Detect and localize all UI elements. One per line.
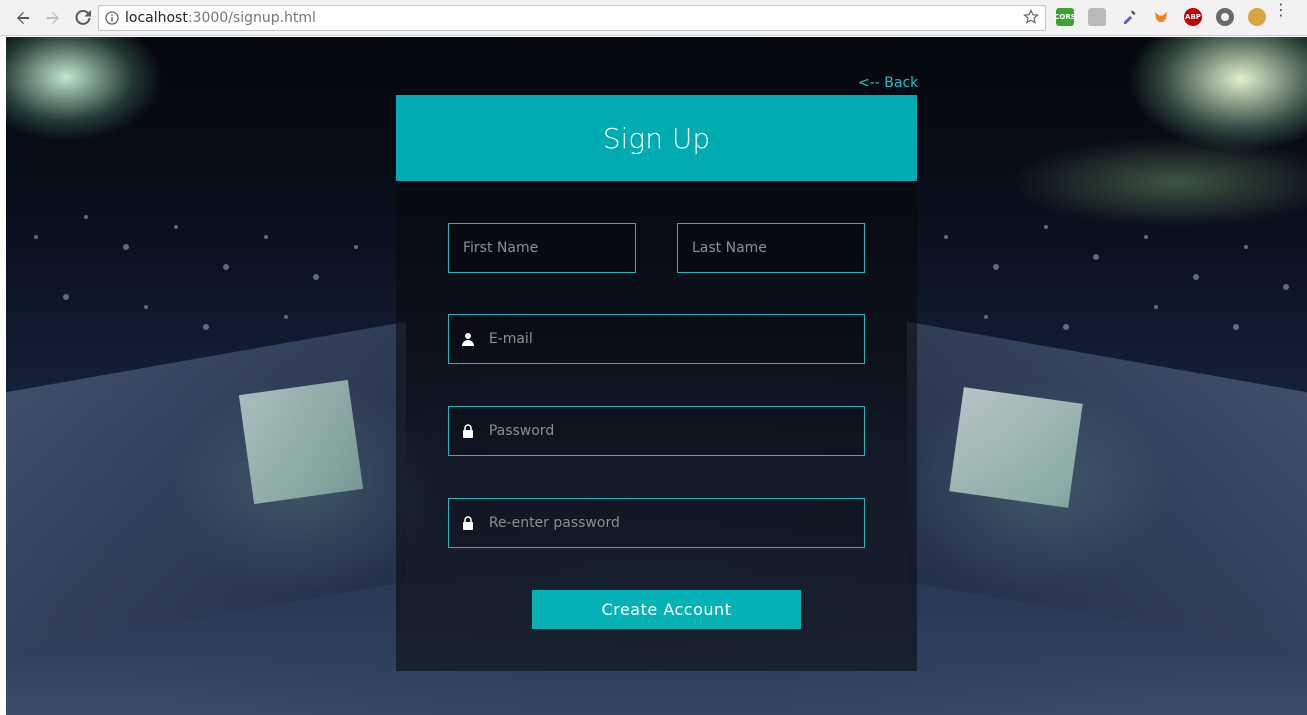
url-path: :3000/signup.html xyxy=(187,10,316,26)
laptop-right-image xyxy=(949,387,1083,508)
bookmark-star-icon[interactable] xyxy=(1023,9,1039,29)
password-field[interactable] xyxy=(448,406,865,456)
page-title: Sign Up xyxy=(396,95,917,181)
circle-extension-icon[interactable] xyxy=(1216,8,1234,26)
first-name-input[interactable] xyxy=(449,224,635,272)
eyedropper-icon[interactable] xyxy=(1120,8,1138,26)
browser-toolbar: localhost:3000/signup.html CORS ABP ⋮ xyxy=(0,0,1307,36)
cookie-icon[interactable] xyxy=(1248,8,1266,26)
address-bar[interactable]: localhost:3000/signup.html xyxy=(98,5,1046,31)
email-field[interactable] xyxy=(448,314,865,364)
metamask-fox-icon[interactable] xyxy=(1152,8,1170,26)
url-host: localhost xyxy=(125,10,188,26)
screen-capture-icon[interactable] xyxy=(1088,8,1106,26)
info-icon[interactable] xyxy=(105,11,119,25)
back-link[interactable]: <-- Back xyxy=(858,75,918,91)
cors-extension-icon[interactable]: CORS xyxy=(1054,8,1076,26)
password-input[interactable] xyxy=(480,407,864,455)
browser-menu-icon[interactable]: ⋮ xyxy=(1273,2,1289,18)
back-arrow-icon[interactable] xyxy=(10,5,36,31)
last-name-input[interactable] xyxy=(678,224,864,272)
create-account-button[interactable]: Create Account xyxy=(532,590,801,629)
lock-icon xyxy=(449,424,481,438)
forward-arrow-icon[interactable] xyxy=(40,5,66,31)
reenter-password-input[interactable] xyxy=(480,499,864,547)
first-name-field[interactable] xyxy=(448,223,636,273)
last-name-field[interactable] xyxy=(677,223,865,273)
user-icon xyxy=(449,332,481,346)
signup-form: Sign Up Create Account xyxy=(396,95,917,671)
email-input[interactable] xyxy=(480,315,864,363)
adblock-plus-icon[interactable]: ABP xyxy=(1184,8,1202,26)
laptop-left-image xyxy=(238,379,364,505)
reenter-password-field[interactable] xyxy=(448,498,865,548)
reload-icon[interactable] xyxy=(70,5,96,31)
page-background: <-- Back Sign Up Create Accou xyxy=(6,37,1307,715)
lock-icon xyxy=(449,516,481,530)
